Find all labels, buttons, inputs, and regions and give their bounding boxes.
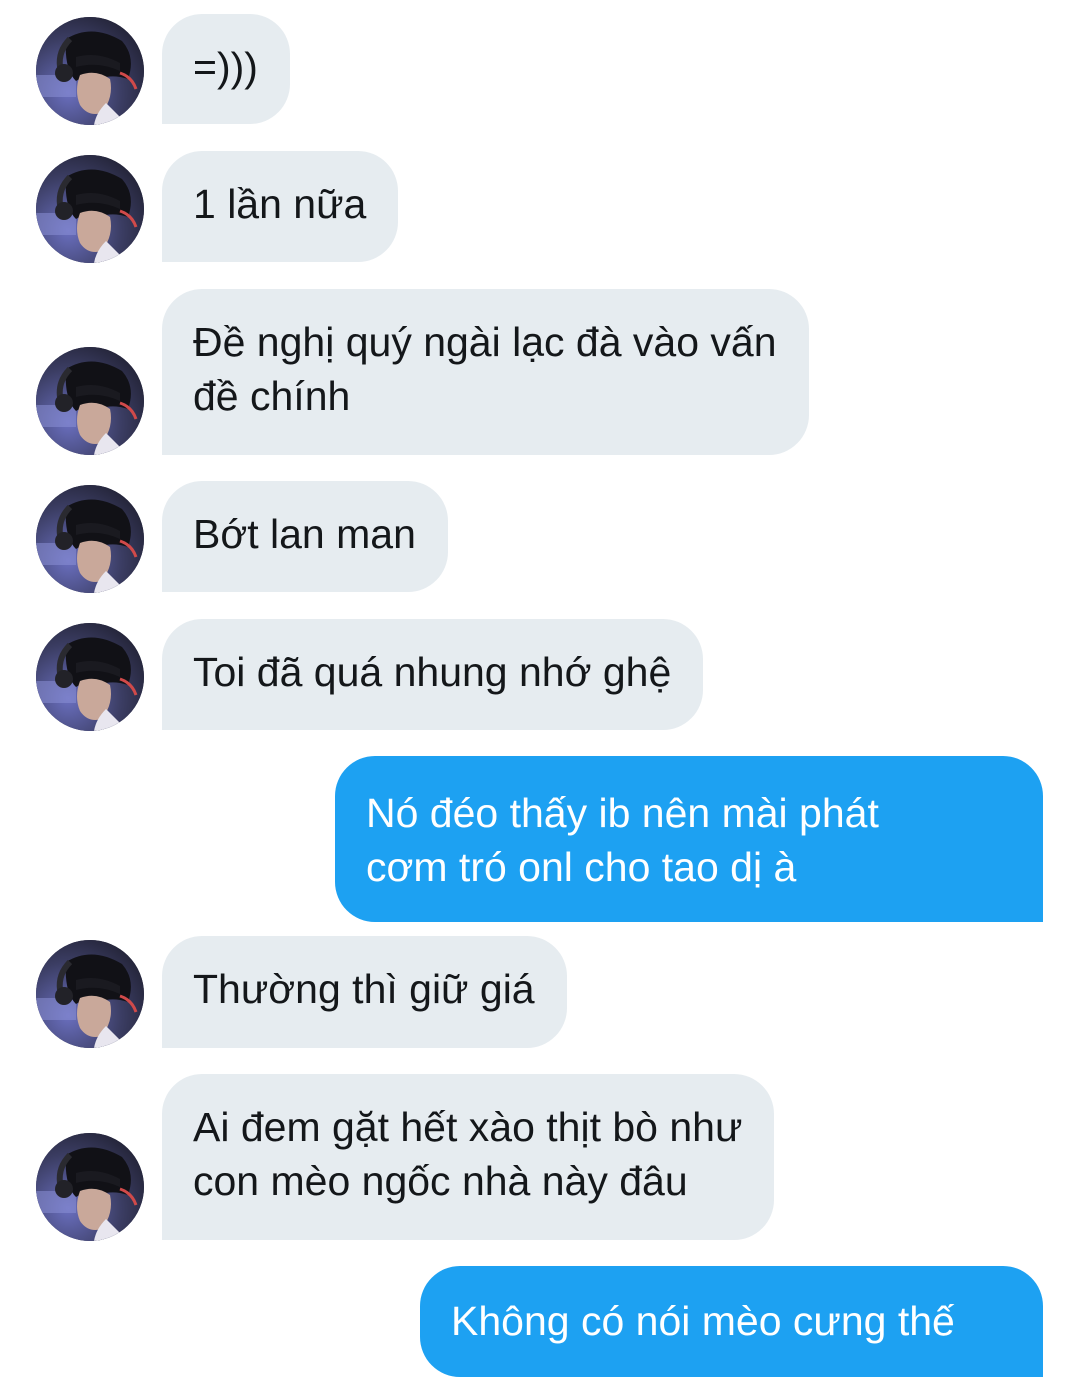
incoming-message-bubble[interactable]: Toi đã quá nhung nhớ ghệ (162, 619, 704, 730)
message-text: Bớt lan man (193, 511, 416, 557)
sender-avatar[interactable] (36, 485, 144, 593)
avatar-photo-icon (36, 940, 144, 1048)
message-text: Toi đã quá nhung nhớ ghệ (193, 649, 672, 695)
incoming-message-bubble[interactable]: =))) (162, 14, 290, 124)
avatar-photo-icon (36, 155, 144, 263)
avatar-photo-icon (36, 485, 144, 593)
outgoing-message-bubble[interactable]: Không có nói mèo cưng thế (420, 1266, 1043, 1377)
incoming-message-bubble[interactable]: Ai đem gặt hết xào thịt bò như con mèo n… (162, 1074, 775, 1240)
avatar-photo-icon (36, 17, 144, 125)
avatar-photo-icon (36, 1133, 144, 1241)
message-text: Thường thì giữ giá (193, 966, 535, 1012)
avatar-photo-icon (36, 623, 144, 731)
incoming-message-bubble[interactable]: Thường thì giữ giá (162, 936, 567, 1048)
sender-avatar[interactable] (36, 17, 144, 125)
sender-avatar[interactable] (36, 940, 144, 1048)
incoming-message-bubble[interactable]: Đề nghị quý ngài lạc đà vào vấn đề chính (162, 289, 809, 455)
sender-avatar[interactable] (36, 623, 144, 731)
outgoing-message-bubble[interactable]: Nó đéo thấy ib nên mài phát cơm tró onl … (335, 756, 1043, 922)
message-text: Không có nói mèo cưng thế (451, 1298, 955, 1344)
message-text: Ai đem gặt hết xào thịt bò như con mèo n… (193, 1104, 743, 1204)
message-text: =))) (193, 44, 258, 90)
message-text: Đề nghị quý ngài lạc đà vào vấn đề chính (193, 319, 777, 419)
avatar-photo-icon (36, 347, 144, 455)
sender-avatar[interactable] (36, 1133, 144, 1241)
message-text: 1 lần nữa (193, 181, 367, 227)
incoming-message-bubble[interactable]: 1 lần nữa (162, 151, 399, 262)
sender-avatar[interactable] (36, 347, 144, 455)
message-text: Nó đéo thấy ib nên mài phát cơm tró onl … (366, 790, 879, 890)
sender-avatar[interactable] (36, 155, 144, 263)
incoming-message-bubble[interactable]: Bớt lan man (162, 481, 448, 592)
